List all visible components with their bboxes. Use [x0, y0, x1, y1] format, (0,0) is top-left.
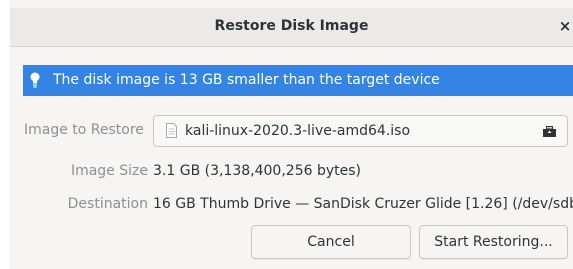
- title-bar: Restore Disk Image ×: [10, 8, 573, 47]
- info-banner: The disk image is 13 GB smaller than the…: [23, 65, 573, 96]
- start-restoring-button[interactable]: Start Restoring...: [419, 225, 568, 259]
- image-file-chooser[interactable]: kali-linux-2020.3-live-amd64.iso: [153, 115, 568, 147]
- restore-dialog: Restore Disk Image × The disk image is 1…: [10, 0, 573, 269]
- banner-message: The disk image is 13 GB smaller than the…: [53, 72, 440, 88]
- image-size-value: 3.1 GB (3,138,400,256 bytes): [153, 163, 361, 179]
- document-open-icon: [543, 126, 556, 137]
- cancel-button[interactable]: Cancel: [251, 225, 411, 259]
- file-icon: [166, 123, 177, 138]
- image-size-label: Image Size: [70, 163, 148, 179]
- destination-value: 16 GB Thumb Drive — SanDisk Cruzer Glide…: [153, 196, 573, 212]
- dialog-title: Restore Disk Image: [214, 18, 369, 34]
- image-file-name: kali-linux-2020.3-live-amd64.iso: [185, 123, 411, 139]
- lightbulb-icon: [30, 72, 40, 88]
- destination-label: Destination: [67, 196, 148, 212]
- image-to-restore-label: Image to Restore: [24, 122, 144, 138]
- close-button[interactable]: ×: [557, 16, 573, 36]
